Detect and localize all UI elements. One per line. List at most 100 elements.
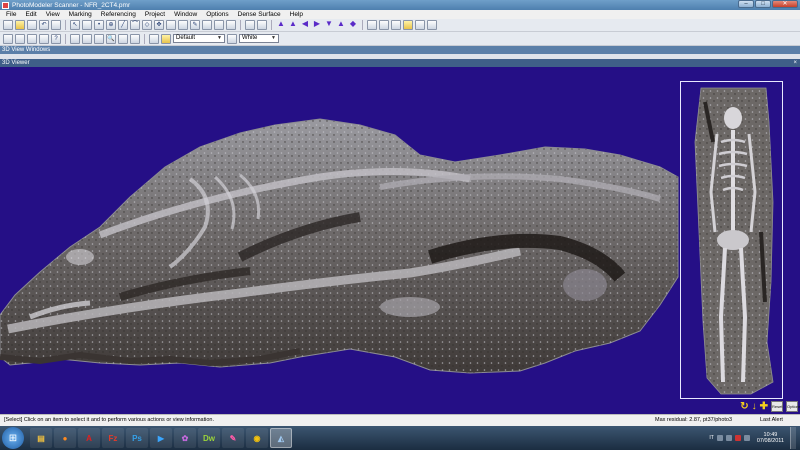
- pan-icon[interactable]: ✚: [760, 401, 768, 412]
- rotate-icon[interactable]: ↻: [740, 401, 748, 412]
- menu-view[interactable]: View: [46, 11, 60, 18]
- last-alert[interactable]: Last Alert: [760, 415, 783, 426]
- move-icon[interactable]: ✥: [154, 20, 164, 30]
- view-left-icon[interactable]: ◀: [300, 20, 310, 30]
- reset-view-button[interactable]: Reset: [771, 401, 783, 412]
- tray-arrow-icon[interactable]: [716, 435, 723, 441]
- point-mark-icon[interactable]: •: [94, 20, 104, 30]
- windows-explorer-icon[interactable]: ▤: [30, 428, 52, 448]
- measure-icon[interactable]: [379, 20, 389, 30]
- points-table-icon[interactable]: [27, 33, 37, 44]
- move-down-icon[interactable]: ↓: [752, 401, 757, 412]
- menu-options[interactable]: Options: [206, 11, 228, 18]
- lasso-icon[interactable]: [82, 20, 92, 30]
- menu-help[interactable]: Help: [290, 11, 303, 18]
- close-button[interactable]: ✕: [772, 0, 798, 8]
- overview-inset[interactable]: [680, 81, 783, 399]
- style-icon[interactable]: [161, 33, 171, 44]
- menu-edit[interactable]: Edit: [25, 11, 36, 18]
- photomodeler-icon[interactable]: ◭: [270, 428, 292, 448]
- edge-mark-icon[interactable]: ◇: [142, 20, 152, 30]
- select-cursor-icon[interactable]: ↖: [70, 20, 80, 30]
- view-top-icon[interactable]: ▼: [324, 20, 334, 30]
- style-select-value: Default: [176, 35, 196, 41]
- table-icon[interactable]: [15, 33, 25, 44]
- zoom-icon[interactable]: 🔍: [106, 33, 116, 44]
- chrome-icon[interactable]: ◉: [246, 428, 268, 448]
- color-select[interactable]: White ▼: [239, 34, 279, 43]
- antivirus-icon[interactable]: [734, 435, 741, 441]
- language-indicator[interactable]: IT: [709, 435, 713, 441]
- show-desktop-button[interactable]: [790, 427, 796, 449]
- options-icon[interactable]: [427, 20, 437, 30]
- view-right-icon[interactable]: ▶: [312, 20, 322, 30]
- target-icon[interactable]: ⊕: [106, 20, 116, 30]
- link-icon[interactable]: [226, 20, 236, 30]
- clock[interactable]: 10:49 07/08/2011: [757, 432, 784, 444]
- person-icon[interactable]: [149, 33, 159, 44]
- volume-icon[interactable]: [743, 435, 750, 441]
- style-select[interactable]: Default ▼: [173, 34, 225, 43]
- minimize-button[interactable]: –: [738, 0, 754, 8]
- folder-icon[interactable]: [403, 20, 413, 30]
- line-mark-icon[interactable]: ╱: [118, 20, 128, 30]
- filezilla-icon[interactable]: Fz: [102, 428, 124, 448]
- residual-readout: Max residual: 2.87, pt37/photo3: [655, 417, 733, 423]
- view-bottom-icon[interactable]: ▲: [336, 20, 346, 30]
- new-project-icon[interactable]: [3, 20, 13, 30]
- 3d-viewer[interactable]: ↻ ↓ ✚ Reset Options: [0, 67, 800, 414]
- color-picker-icon[interactable]: ✎: [222, 428, 244, 448]
- maximize-button[interactable]: □: [755, 0, 771, 8]
- quality-icon[interactable]: [94, 33, 104, 44]
- status-bar: [Select] Click on an item to select it a…: [0, 414, 800, 426]
- windows-media-center-icon[interactable]: ▶: [150, 428, 172, 448]
- photo-icon[interactable]: [51, 20, 61, 30]
- windows-pane-label: 3D View Windows: [0, 46, 800, 54]
- view-options-button[interactable]: Options: [786, 401, 800, 412]
- view-3d-icon[interactable]: [39, 33, 49, 44]
- view-back-icon[interactable]: ▲: [288, 20, 298, 30]
- picasa-icon[interactable]: ✿: [174, 428, 196, 448]
- firefox-icon[interactable]: ●: [54, 428, 76, 448]
- process-icon[interactable]: [245, 20, 255, 30]
- adobe-reader-icon[interactable]: A: [78, 428, 100, 448]
- menu-dense-surface[interactable]: Dense Surface: [238, 11, 281, 18]
- network-icon[interactable]: [725, 435, 732, 441]
- pencil-icon[interactable]: ✎: [190, 20, 200, 30]
- title-bar: PhotoModeler Scanner - NFR_2CT4.pmr – □ …: [0, 0, 800, 10]
- info-icon[interactable]: [415, 20, 425, 30]
- menu-window[interactable]: Window: [174, 11, 197, 18]
- help-icon[interactable]: ?: [51, 33, 61, 44]
- undo-icon[interactable]: ↶: [39, 20, 49, 30]
- curve-mark-icon[interactable]: ⌒: [130, 20, 140, 30]
- layout-icon[interactable]: [70, 33, 80, 44]
- camera-icon[interactable]: [257, 20, 267, 30]
- menu-marking[interactable]: Marking: [69, 11, 92, 18]
- grid-icon[interactable]: [82, 33, 92, 44]
- view-front-icon[interactable]: ▲: [276, 20, 286, 30]
- dreamweaver-icon[interactable]: Dw: [198, 428, 220, 448]
- menu-project[interactable]: Project: [145, 11, 165, 18]
- save-icon[interactable]: [27, 20, 37, 30]
- export-icon[interactable]: [391, 20, 401, 30]
- color-icon[interactable]: [227, 33, 237, 44]
- image-icon[interactable]: [3, 33, 13, 44]
- dense-surface-icon[interactable]: [367, 20, 377, 30]
- close-icon[interactable]: ×: [793, 59, 797, 67]
- status-message: [Select] Click on an item to select it a…: [4, 417, 215, 423]
- toolbar-separator: [240, 20, 241, 30]
- surface-draw-icon[interactable]: [178, 20, 188, 30]
- start-button[interactable]: ⊞: [2, 427, 24, 449]
- menu-file[interactable]: File: [6, 11, 16, 18]
- tape-icon[interactable]: [130, 33, 140, 44]
- photoshop-icon[interactable]: Ps: [126, 428, 148, 448]
- fit-icon[interactable]: [118, 33, 128, 44]
- green-surface-icon[interactable]: [202, 20, 212, 30]
- menu-bar: File Edit View Marking Referencing Proje…: [0, 10, 800, 19]
- cylinder-icon[interactable]: [166, 20, 176, 30]
- menu-referencing[interactable]: Referencing: [101, 11, 136, 18]
- view-iso-icon[interactable]: ◆: [348, 20, 358, 30]
- toolbar-separator: [65, 33, 66, 44]
- reference-icon[interactable]: [214, 20, 224, 30]
- open-project-icon[interactable]: [15, 20, 25, 30]
